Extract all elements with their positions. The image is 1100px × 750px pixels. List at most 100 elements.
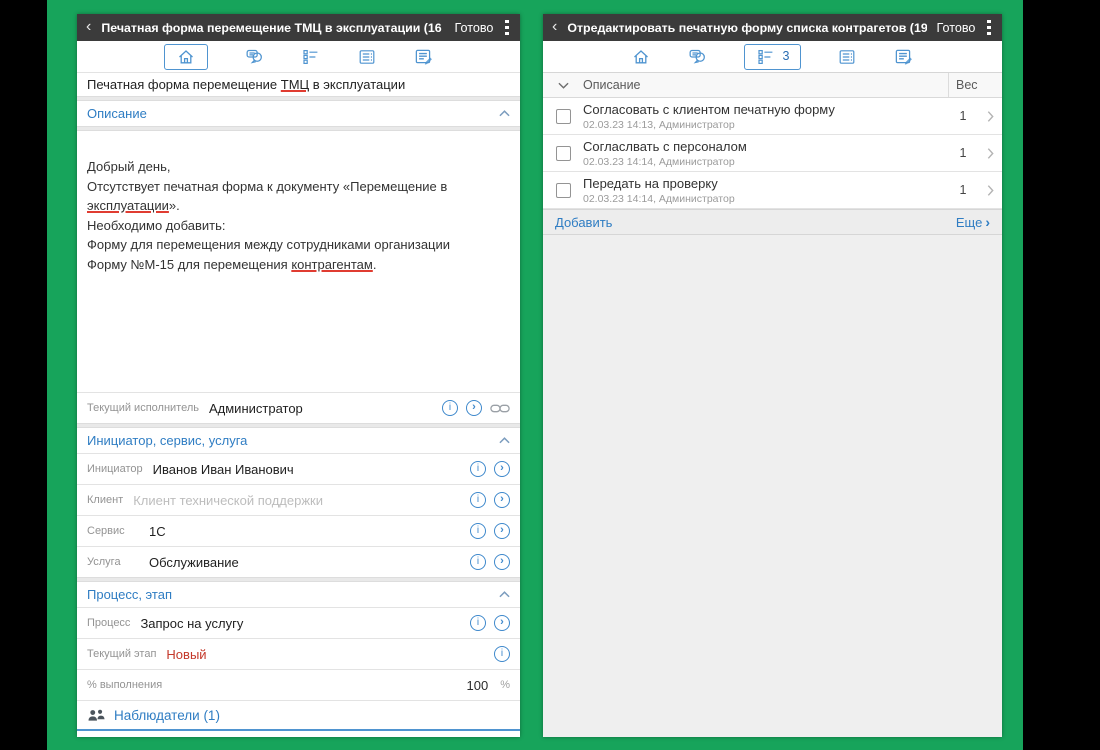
row-checkbox[interactable] bbox=[555, 145, 571, 161]
section-title: Процесс, этап bbox=[87, 587, 172, 602]
table-body: Согласовать с клиентом печатную форму 02.… bbox=[543, 98, 1002, 209]
home-icon[interactable] bbox=[631, 47, 651, 67]
info-icon[interactable]: i bbox=[470, 461, 486, 477]
document-edit-icon[interactable] bbox=[413, 46, 434, 67]
info-icon[interactable]: i bbox=[494, 646, 510, 662]
right-toolbar: 3 bbox=[543, 41, 1002, 72]
info-icon[interactable]: i bbox=[470, 492, 486, 508]
field-value: Новый bbox=[166, 646, 207, 662]
people-icon bbox=[88, 709, 105, 721]
field-executor[interactable]: Текущий исполнитель Администратор i › bbox=[77, 393, 520, 423]
more-label: Еще bbox=[955, 214, 983, 230]
tab-checklist-selected[interactable]: 3 bbox=[743, 43, 802, 70]
document-lines-icon[interactable] bbox=[837, 47, 857, 67]
back-icon[interactable]: ‹ bbox=[552, 18, 561, 37]
section-description[interactable]: Описание bbox=[77, 101, 520, 126]
row-weight: 1 bbox=[959, 109, 967, 123]
field-label: % выполнения bbox=[87, 679, 163, 691]
field-value: Иванов Иван Иванович bbox=[152, 461, 294, 477]
row-title: Передать на проверку bbox=[583, 175, 718, 191]
info-icon[interactable]: i bbox=[470, 523, 486, 539]
description-line: Форму №М-15 для перемещения контрагентам… bbox=[87, 256, 377, 272]
row-text: Согласлвать с персоналом 02.03.23 14:14, … bbox=[583, 139, 948, 168]
checklist-icon[interactable] bbox=[301, 47, 321, 67]
open-icon[interactable]: › bbox=[494, 523, 510, 539]
add-button[interactable]: Добавить bbox=[555, 215, 612, 230]
row-checkbox[interactable] bbox=[555, 182, 571, 198]
left-toolbar bbox=[77, 41, 520, 72]
row-chevron-icon[interactable] bbox=[978, 184, 1002, 197]
right-done-button[interactable]: Готово bbox=[937, 21, 976, 35]
field-value: Обслуживание bbox=[149, 554, 239, 570]
chat-icon[interactable] bbox=[687, 46, 708, 67]
watchers-link[interactable]: Наблюдатели (1) bbox=[77, 701, 520, 729]
subject-field[interactable]: Печатная форма перемещение ТМЦ в эксплуа… bbox=[77, 73, 520, 96]
section-title: Инициатор, сервис, услуга bbox=[87, 433, 248, 448]
description-field[interactable]: Добрый день, Отсутствует печатная форма к… bbox=[77, 131, 520, 392]
column-weight: Вес bbox=[948, 73, 1002, 97]
row-meta: 02.03.23 14:14, Администратор bbox=[583, 192, 735, 205]
select-all-chevron-icon[interactable] bbox=[543, 82, 583, 89]
list-actions-bar: Добавить Еще › bbox=[543, 209, 1002, 235]
overflow-menu-icon[interactable] bbox=[503, 16, 511, 39]
right-window-title: Отредактировать печатную форму списка ко… bbox=[567, 20, 927, 35]
field-process[interactable]: Процесс Запрос на услугу i › bbox=[77, 608, 520, 638]
left-done-button[interactable]: Готово bbox=[455, 21, 494, 35]
chevron-right-icon: › bbox=[985, 214, 990, 230]
description-line: Необходимо добавить: bbox=[87, 217, 226, 233]
info-icon[interactable]: i bbox=[470, 615, 486, 631]
field-placeholder: Клиент технической поддержки bbox=[133, 492, 323, 508]
row-chevron-icon[interactable] bbox=[978, 147, 1002, 160]
chevron-up-icon bbox=[499, 591, 510, 598]
field-label: Текущий исполнитель bbox=[87, 402, 199, 414]
field-label: Инициатор bbox=[87, 463, 143, 475]
field-percent[interactable]: % выполнения 100 % bbox=[77, 670, 520, 700]
field-label: Сервис bbox=[87, 525, 125, 537]
field-initiator[interactable]: Инициатор Иванов Иван Иванович i › bbox=[77, 454, 520, 484]
back-icon[interactable]: ‹ bbox=[86, 18, 95, 37]
percent-unit: % bbox=[500, 679, 510, 691]
open-icon[interactable]: › bbox=[466, 400, 482, 416]
home-icon bbox=[176, 47, 196, 67]
link-icon[interactable] bbox=[490, 402, 510, 415]
document-edit-icon[interactable] bbox=[893, 46, 914, 67]
info-icon[interactable]: i bbox=[442, 400, 458, 416]
checklist-window: ‹ Отредактировать печатную форму списка … bbox=[543, 14, 1002, 737]
table-row[interactable]: Согласовать с клиентом печатную форму 02.… bbox=[543, 98, 1002, 135]
field-value: 1С bbox=[149, 523, 166, 539]
info-icon[interactable]: i bbox=[470, 554, 486, 570]
row-meta: 02.03.23 14:13, Администратор bbox=[583, 118, 735, 131]
section-process[interactable]: Процесс, этап bbox=[77, 582, 520, 607]
open-icon[interactable]: › bbox=[494, 554, 510, 570]
next-section-edge bbox=[77, 729, 520, 737]
field-label: Услуга bbox=[87, 556, 121, 568]
empty-area bbox=[543, 235, 1002, 737]
section-initiator[interactable]: Инициатор, сервис, услуга bbox=[77, 428, 520, 453]
field-label: Процесс bbox=[87, 617, 131, 629]
table-row[interactable]: Передать на проверку 02.03.23 14:14, Адми… bbox=[543, 172, 1002, 209]
open-icon[interactable]: › bbox=[494, 492, 510, 508]
row-chevron-icon[interactable] bbox=[978, 110, 1002, 123]
open-icon[interactable]: › bbox=[494, 461, 510, 477]
row-checkbox[interactable] bbox=[555, 108, 571, 124]
row-title: Согласлвать с персоналом bbox=[583, 138, 747, 154]
row-weight: 1 bbox=[959, 146, 967, 160]
checklist-count-badge: 3 bbox=[782, 49, 790, 64]
watchers-label: Наблюдатели (1) bbox=[114, 707, 220, 723]
field-service[interactable]: Сервис 1С i › bbox=[77, 516, 520, 546]
field-stage[interactable]: Текущий этап Новый i bbox=[77, 639, 520, 669]
overflow-menu-icon[interactable] bbox=[985, 16, 993, 39]
field-offering[interactable]: Услуга Обслуживание i › bbox=[77, 547, 520, 577]
more-button[interactable]: Еще › bbox=[956, 215, 990, 230]
percent-value: 100 bbox=[466, 677, 489, 693]
checklist-icon bbox=[756, 47, 776, 67]
field-value: Запрос на услугу bbox=[140, 615, 244, 631]
field-client[interactable]: Клиент Клиент технической поддержки i › bbox=[77, 485, 520, 515]
tab-home-selected[interactable] bbox=[163, 43, 208, 70]
open-icon[interactable]: › bbox=[494, 615, 510, 631]
chat-icon[interactable] bbox=[244, 46, 265, 67]
table-row[interactable]: Согласлвать с персоналом 02.03.23 14:14, … bbox=[543, 135, 1002, 172]
document-lines-icon[interactable] bbox=[357, 47, 377, 67]
subject-text: Печатная форма перемещение ТМЦ в эксплуа… bbox=[87, 77, 406, 92]
row-meta: 02.03.23 14:14, Администратор bbox=[583, 155, 735, 168]
